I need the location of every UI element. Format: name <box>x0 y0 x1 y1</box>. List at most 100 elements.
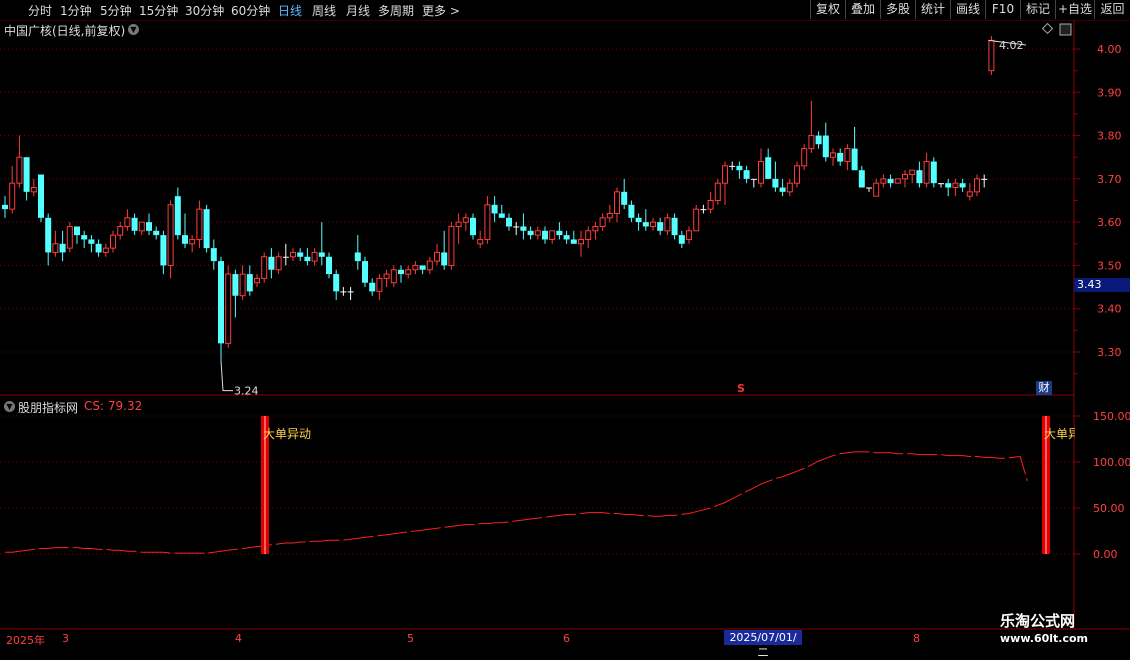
candle-body <box>153 230 160 236</box>
candle-body <box>966 191 973 197</box>
candle-body <box>758 161 764 184</box>
candle-body <box>873 182 880 197</box>
candle-body <box>448 225 455 266</box>
candle-body <box>585 230 592 240</box>
candle-body <box>830 152 836 158</box>
candle-body <box>45 217 52 253</box>
candle-body <box>844 148 851 163</box>
candle-body <box>981 178 988 180</box>
candle-body <box>383 273 390 279</box>
candle-body <box>2 204 8 210</box>
candle-body <box>117 225 124 236</box>
candle-body <box>570 239 577 244</box>
candle-body <box>376 277 383 292</box>
candle-body <box>894 178 901 184</box>
candle-body <box>282 256 289 258</box>
candle-body <box>520 226 527 231</box>
x-label-month-4: 4 <box>235 632 242 645</box>
candle-body <box>808 135 815 150</box>
layout-toggle-icon <box>1059 23 1072 36</box>
x-label-month-6: 6 <box>563 632 570 645</box>
candle-body <box>779 187 786 192</box>
indicator-name: 股朋指标网 <box>18 401 79 415</box>
candle-body <box>923 161 930 184</box>
candle-body <box>506 217 512 227</box>
signal-label: 大单异动 <box>263 427 311 441</box>
candle-body <box>930 161 937 184</box>
price-tick-label: 3.50 <box>1097 259 1122 272</box>
candle-body <box>74 226 80 236</box>
candle-body <box>686 230 692 240</box>
x-label-year: 2025年 <box>6 634 45 647</box>
candle-body <box>657 222 664 231</box>
candle-body <box>794 165 800 184</box>
candle-body <box>628 204 635 218</box>
price-tick-label: 3.80 <box>1097 130 1122 143</box>
finance-badge[interactable]: 财 <box>1036 381 1052 395</box>
candle-body <box>318 252 325 257</box>
watermark-url: www.60lt.com <box>1000 632 1089 645</box>
candle-body <box>390 269 397 284</box>
candle-body <box>38 174 44 218</box>
candle-body <box>693 208 700 232</box>
chevron-down-icon[interactable]: ▼ <box>128 24 139 35</box>
axis-cover <box>1075 420 1130 440</box>
candle-body <box>59 243 66 253</box>
candle-body <box>606 212 613 219</box>
candle-body <box>138 221 145 232</box>
candle-body <box>729 165 736 167</box>
candle-body <box>232 274 239 296</box>
candle-body <box>311 251 318 262</box>
candle-body <box>304 256 311 262</box>
candle-body <box>671 217 678 236</box>
candle-body <box>858 170 865 188</box>
candle-body <box>239 273 246 297</box>
candle-body <box>851 148 858 171</box>
candle-body <box>210 248 217 262</box>
candle-body <box>441 252 448 266</box>
candle-body <box>491 204 498 214</box>
price-tick-label: 4.00 <box>1097 43 1122 56</box>
candle-body <box>642 222 649 227</box>
candle-body <box>988 39 995 72</box>
candle-body <box>549 230 556 240</box>
candle-body <box>246 274 253 292</box>
candle-body <box>650 221 656 227</box>
candle-body <box>786 182 793 193</box>
candle-body <box>945 183 952 188</box>
candle-body <box>664 217 671 232</box>
x-label-month-3: 3 <box>62 632 69 645</box>
candle-body <box>750 178 757 180</box>
candle-body <box>614 191 620 214</box>
candle-body <box>9 182 16 210</box>
candle-body <box>369 282 376 292</box>
candle-body <box>527 230 534 236</box>
indicator-tick-label: 0.00 <box>1093 548 1118 561</box>
candle-body <box>887 178 894 184</box>
candle-body <box>347 291 354 293</box>
candle-body <box>88 239 95 244</box>
candle-body <box>66 225 73 249</box>
candle-body <box>326 256 332 275</box>
candle-body <box>952 182 959 189</box>
x-label-month-8: 8 <box>913 632 920 645</box>
candle-body <box>513 226 520 228</box>
candle-body <box>866 187 872 189</box>
max-price-label: 4.02 <box>999 39 1024 52</box>
candle-body <box>743 170 750 179</box>
candle-body <box>909 169 916 176</box>
indicator-tick-label: 100.00 <box>1093 456 1130 469</box>
candle-body <box>23 157 30 192</box>
candle-body <box>297 252 304 257</box>
candle-body <box>722 165 728 184</box>
indicator-chevron-down-icon[interactable]: ▼ <box>4 401 15 412</box>
candle-body <box>174 196 181 236</box>
candle-body <box>354 252 361 262</box>
candle-body <box>455 221 462 227</box>
candle-body <box>146 222 152 231</box>
candle-body <box>160 235 167 266</box>
kline-chart[interactable]: 3.30 3.40 3.50 3.60 3.70 3.80 3.90 4.00 0.00 50.0… <box>0 0 1130 650</box>
candle-body <box>225 273 232 344</box>
price-tick-label: 3.90 <box>1097 86 1122 99</box>
watermark-title: 乐淘公式网 <box>1000 612 1076 630</box>
